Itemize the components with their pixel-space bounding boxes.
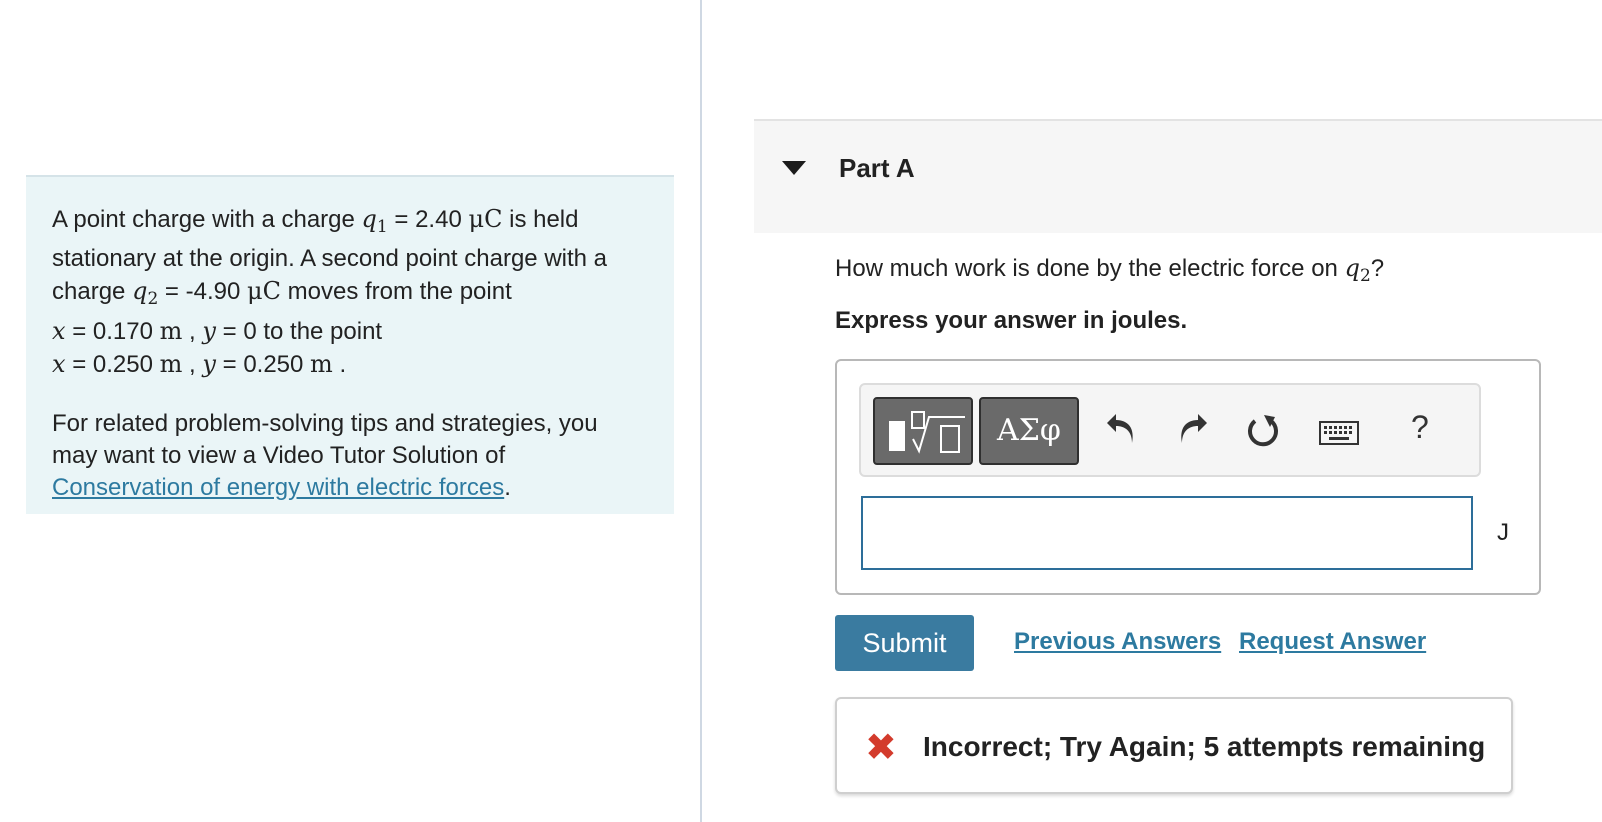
answer-container: ΑΣφ ? J [835,359,1541,595]
redo-icon[interactable] [1175,413,1209,447]
answer-input[interactable] [861,496,1473,570]
help-icon[interactable]: ? [1411,409,1429,446]
feedback-message: ✖ Incorrect; Try Again; 5 attempts remai… [835,697,1513,794]
previous-answers-link[interactable]: Previous Answers [1014,628,1221,656]
question-text: How much work is done by the electric fo… [835,254,1385,286]
undo-icon[interactable] [1105,413,1139,447]
problem-paragraph: A point charge with a charge q1 = 2.40 μ… [52,205,608,378]
problem-statement: A point charge with a charge q1 = 2.40 μ… [26,175,674,514]
part-a-header[interactable]: Part A [754,119,1602,233]
feedback-text: Incorrect; Try Again; 5 attempts remaini… [923,731,1486,762]
greek-symbols-icon[interactable]: ΑΣφ [979,397,1079,465]
collapse-caret-icon[interactable] [782,161,806,175]
keyboard-icon[interactable] [1319,421,1359,445]
answer-unit: J [1497,519,1509,546]
answer-instruction: Express your answer in joules. [835,307,1188,334]
reset-icon[interactable] [1245,413,1281,449]
templates-icon[interactable] [873,397,973,465]
incorrect-x-icon: ✖ [865,725,897,769]
video-tutor-link[interactable]: Conservation of energy with electric for… [52,474,504,501]
part-title: Part A [839,153,915,183]
pane-divider [700,0,702,822]
request-answer-link[interactable]: Request Answer [1239,628,1426,656]
math-toolbar: ΑΣφ ? [859,383,1481,477]
tips-paragraph: For related problem-solving tips and str… [52,410,598,501]
submit-button[interactable]: Submit [835,615,974,671]
